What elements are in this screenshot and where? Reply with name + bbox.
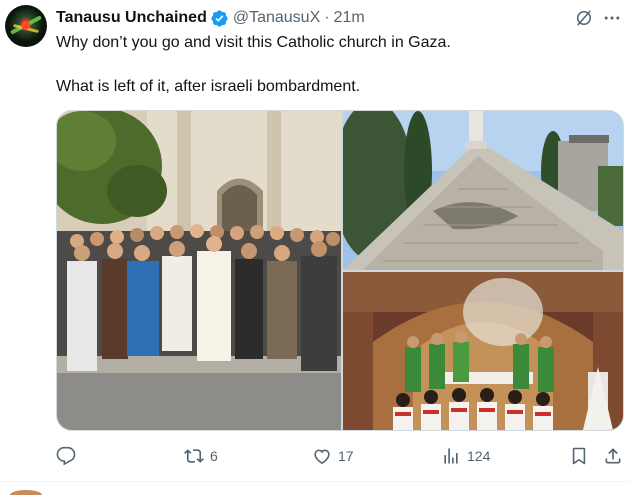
- retweet-icon: [184, 449, 204, 463]
- author-avatar[interactable]: [5, 5, 47, 47]
- reply-icon: [56, 446, 76, 466]
- like-count: 17: [338, 448, 354, 464]
- tweet-text-line-2: What is left of it, after israeli bombar…: [56, 78, 361, 95]
- tweet-header: Tanausu Unchained @TanausuX · 21m: [56, 8, 365, 28]
- tweet[interactable]: Tanausu Unchained @TanausuX · 21m Why do…: [0, 0, 629, 484]
- verified-badge-icon[interactable]: [210, 9, 229, 28]
- media-grid: [56, 110, 624, 431]
- retweet-button[interactable]: 6: [184, 444, 218, 468]
- tweet-time[interactable]: 21m: [334, 9, 365, 27]
- grok-icon[interactable]: [574, 8, 594, 28]
- heart-icon: [314, 449, 330, 465]
- mass-photo[interactable]: [343, 272, 623, 430]
- header-separator: ·: [324, 9, 330, 26]
- author-handle[interactable]: @TanausuX: [233, 9, 320, 27]
- views-button[interactable]: 124: [441, 444, 490, 468]
- views-icon: [444, 448, 458, 464]
- retweet-count: 6: [210, 448, 218, 464]
- share-button[interactable]: [603, 444, 623, 468]
- bookmark-icon: [572, 447, 586, 465]
- share-icon: [605, 448, 621, 464]
- group-photo[interactable]: [57, 111, 341, 430]
- tweet-text-line-1: Why don’t you go and visit this Catholic…: [56, 34, 451, 51]
- views-count: 124: [467, 448, 491, 464]
- next-tweet-avatar[interactable]: [10, 490, 42, 495]
- tweet-divider: [0, 481, 629, 482]
- tweet-actions: 6 17 124: [56, 444, 626, 468]
- like-button[interactable]: 17: [312, 444, 354, 468]
- bookmark-button[interactable]: [569, 444, 589, 468]
- more-options-icon[interactable]: [602, 8, 622, 28]
- damaged-church-photo[interactable]: [343, 111, 623, 270]
- tweet-text: Why don’t you go and visit this Catholic…: [56, 32, 616, 98]
- reply-button[interactable]: [56, 444, 76, 468]
- author-name[interactable]: Tanausu Unchained: [56, 9, 207, 27]
